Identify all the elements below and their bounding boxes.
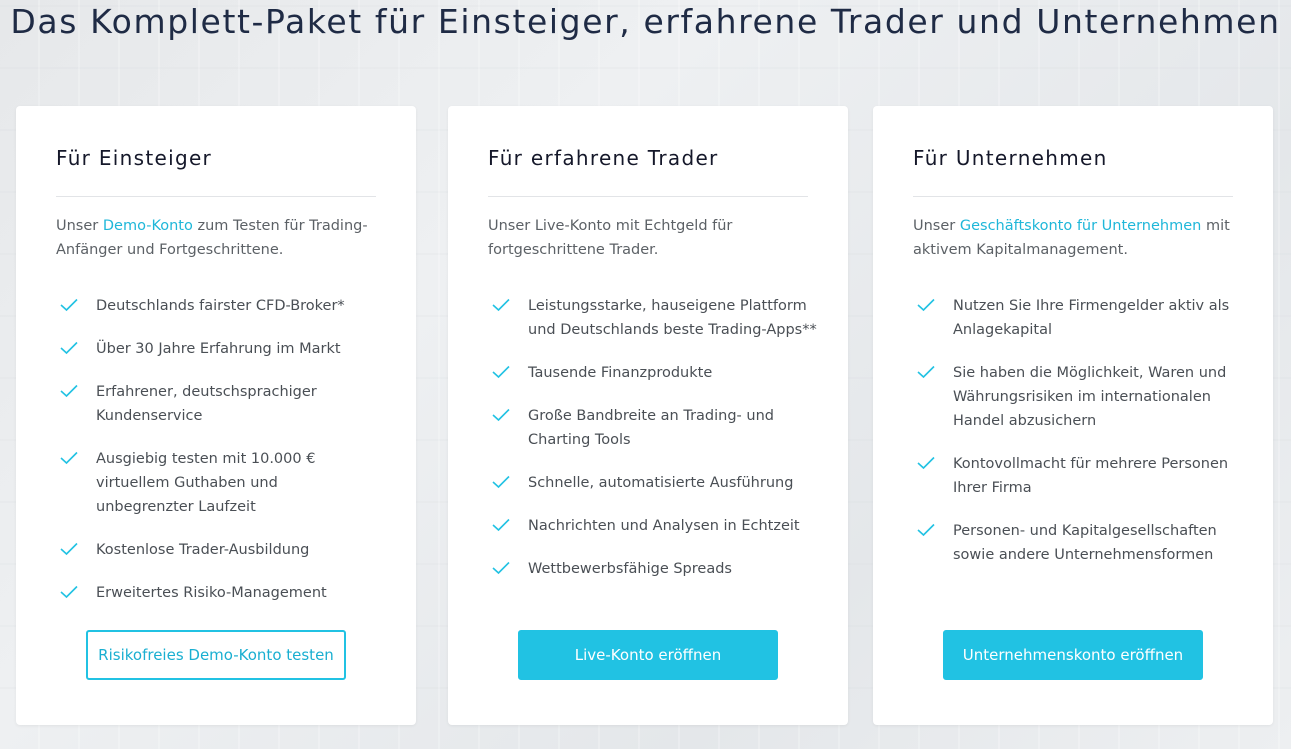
feature-text: Wettbewerbsfähige Spreads: [528, 561, 732, 577]
feature-item: Leistungsstarke, hauseigene Plattform un…: [488, 294, 818, 342]
checkmark-icon: [60, 384, 78, 398]
feature-item: Erweitertes Risiko-Management: [56, 581, 356, 605]
feature-item: Sie haben die Möglichkeit, Waren und Wäh…: [913, 361, 1233, 433]
feature-item: Deutschlands fairster CFD-Broker*: [56, 294, 356, 318]
card-description: Unser Demo-Konto zum Testen für Trading-…: [56, 214, 376, 262]
feature-text: Große Bandbreite an Trading- und Chartin…: [528, 408, 774, 448]
checkmark-icon: [60, 585, 78, 599]
checkmark-icon: [492, 518, 510, 532]
feature-item: Personen- und Kapitalgesellschaften sowi…: [913, 519, 1233, 567]
feature-item: Tausende Finanzprodukte: [488, 361, 818, 385]
card-experienced-traders: Für erfahrene Trader Unser Live-Konto mi…: [448, 106, 848, 725]
card-title: Für Einsteiger: [56, 146, 213, 170]
feature-text: Erfahrener, deutschsprachiger Kundenserv…: [96, 384, 317, 424]
feature-text: Nachrichten und Analysen in Echtzeit: [528, 518, 800, 534]
business-account-button[interactable]: Unternehmenskonto eröffnen: [943, 630, 1203, 680]
checkmark-icon: [492, 561, 510, 575]
feature-text: Erweitertes Risiko-Management: [96, 585, 327, 601]
feature-text: Leistungsstarke, hauseigene Plattform un…: [528, 298, 817, 338]
card-description: Unser Live-Konto mit Echtgeld für fortge…: [488, 214, 758, 262]
feature-item: Schnelle, automatisierte Ausführung: [488, 471, 818, 495]
checkmark-icon: [492, 408, 510, 422]
feature-item: Große Bandbreite an Trading- und Chartin…: [488, 404, 818, 452]
card-description: Unser Geschäftskonto für Unternehmen mit…: [913, 214, 1233, 262]
feature-list: Deutschlands fairster CFD-Broker* Über 3…: [56, 294, 356, 624]
checkmark-icon: [917, 365, 935, 379]
card-companies: Für Unternehmen Unser Geschäftskonto für…: [873, 106, 1273, 725]
checkmark-icon: [492, 365, 510, 379]
card-title: Für erfahrene Trader: [488, 146, 719, 170]
feature-text: Ausgiebig testen mit 10.000 € virtuellem…: [96, 451, 316, 515]
checkmark-icon: [492, 475, 510, 489]
demo-account-link[interactable]: Demo-Konto: [103, 218, 193, 234]
checkmark-icon: [917, 298, 935, 312]
feature-text: Personen- und Kapitalgesellschaften sowi…: [953, 523, 1217, 563]
feature-item: Über 30 Jahre Erfahrung im Markt: [56, 337, 356, 361]
demo-account-button[interactable]: Risikofreies Demo-Konto testen: [86, 630, 346, 680]
feature-text: Nutzen Sie Ihre Firmengelder aktiv als A…: [953, 298, 1230, 338]
feature-item: Ausgiebig testen mit 10.000 € virtuellem…: [56, 447, 356, 519]
feature-item: Erfahrener, deutschsprachiger Kundenserv…: [56, 380, 356, 428]
checkmark-icon: [917, 523, 935, 537]
feature-text: Kostenlose Trader-Ausbildung: [96, 542, 310, 558]
feature-item: Nutzen Sie Ihre Firmengelder aktiv als A…: [913, 294, 1233, 342]
feature-text: Über 30 Jahre Erfahrung im Markt: [96, 341, 341, 357]
checkmark-icon: [60, 542, 78, 556]
card-divider: [488, 196, 808, 197]
business-account-link[interactable]: Geschäftskonto für Unternehmen: [960, 218, 1201, 234]
feature-text: Tausende Finanzprodukte: [528, 365, 713, 381]
feature-text: Sie haben die Möglichkeit, Waren und Wäh…: [953, 365, 1227, 429]
checkmark-icon: [60, 341, 78, 355]
feature-text: Schnelle, automatisierte Ausführung: [528, 475, 794, 491]
live-account-button[interactable]: Live-Konto eröffnen: [518, 630, 778, 680]
feature-item: Nachrichten und Analysen in Echtzeit: [488, 514, 818, 538]
feature-list: Leistungsstarke, hauseigene Plattform un…: [488, 294, 818, 600]
card-divider: [913, 196, 1233, 197]
checkmark-icon: [60, 451, 78, 465]
checkmark-icon: [917, 456, 935, 470]
feature-item: Kontovollmacht für mehrere Personen Ihre…: [913, 452, 1233, 500]
checkmark-icon: [492, 298, 510, 312]
description-text: Unser Live-Konto mit Echtgeld für fortge…: [488, 218, 733, 258]
feature-item: Wettbewerbsfähige Spreads: [488, 557, 818, 581]
card-beginners: Für Einsteiger Unser Demo-Konto zum Test…: [16, 106, 416, 725]
card-title: Für Unternehmen: [913, 146, 1108, 170]
checkmark-icon: [60, 298, 78, 312]
feature-text: Kontovollmacht für mehrere Personen Ihre…: [953, 456, 1229, 496]
feature-item: Kostenlose Trader-Ausbildung: [56, 538, 356, 562]
feature-text: Deutschlands fairster CFD-Broker*: [96, 298, 345, 314]
card-divider: [56, 196, 376, 197]
page-headline: Das Komplett-Paket für Einsteiger, erfah…: [10, 2, 1281, 41]
feature-list: Nutzen Sie Ihre Firmengelder aktiv als A…: [913, 294, 1233, 586]
description-text: Unser: [56, 218, 103, 234]
description-text: Unser: [913, 218, 960, 234]
